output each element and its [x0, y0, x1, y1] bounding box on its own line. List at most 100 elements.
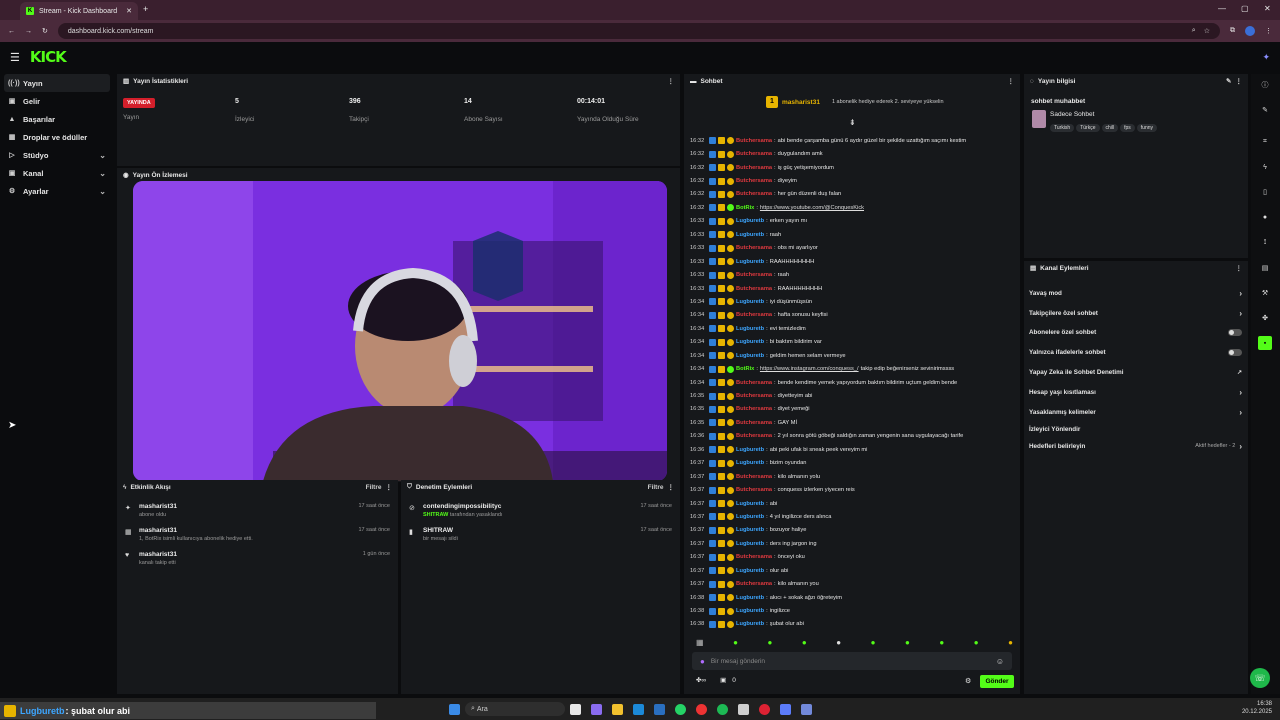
chat-message[interactable]: 16:32 Butchersama: duygulandım amk: [690, 147, 1015, 160]
chat-username[interactable]: Lugburetb: [736, 232, 764, 238]
box-icon[interactable]: ▤: [1258, 261, 1272, 275]
edge-icon[interactable]: [633, 703, 644, 715]
chat-message[interactable]: 16:36 Lugburetb: abi peki ufak bi sneak pe…: [690, 443, 1015, 456]
emote-9-icon[interactable]: ●: [1008, 638, 1013, 648]
sidebar-item-6[interactable]: ⚙ Ayarlar ⌄: [0, 182, 114, 200]
back-icon[interactable]: ←: [8, 28, 15, 35]
sidebar-item-2[interactable]: ▲ Başarılar: [0, 110, 114, 128]
sidebar-item-0[interactable]: ((·)) Yayın: [4, 74, 110, 92]
stream-preview-video[interactable]: [133, 181, 667, 481]
chat-username[interactable]: Lugburetb: [736, 541, 764, 547]
channel-option[interactable]: Yavaş mod ›: [1029, 286, 1242, 300]
channel-option[interactable]: İzleyici Yönlendir: [1029, 422, 1242, 436]
taskbar-clock[interactable]: 16:38 20.12.2025: [1242, 700, 1272, 716]
chat-username[interactable]: Lugburetb: [736, 568, 764, 574]
gift-icon[interactable]: ▣: [720, 676, 726, 684]
taskview-icon[interactable]: [570, 703, 581, 715]
chat-username[interactable]: Butchersama: [736, 393, 772, 399]
spotify-icon[interactable]: [717, 703, 728, 715]
chat-message[interactable]: 16:34 Lugburetb: bi baktım bildirim var: [690, 336, 1015, 349]
channel-option[interactable]: Yasaklanmış kelimeler ›: [1029, 405, 1242, 419]
chevron-right-icon[interactable]: ›: [1239, 309, 1242, 318]
chat-username[interactable]: Lugburetb: [736, 259, 764, 265]
chat-input[interactable]: ● Bir mesaj gönderin ☺: [692, 652, 1012, 670]
document-icon[interactable]: ▯: [1258, 185, 1272, 199]
chat-message[interactable]: 16:34 Lugburetb: geldim hemen selam vermey…: [690, 349, 1015, 362]
toggle-switch[interactable]: [1228, 328, 1242, 336]
chevron-down-icon[interactable]: ⌄: [99, 151, 106, 160]
chat-message[interactable]: 16:37 Lugburetb: abi: [690, 497, 1015, 510]
wrench-icon[interactable]: ⚒: [1258, 286, 1272, 300]
bookmark-star-icon[interactable]: ☆: [1204, 27, 1210, 35]
chat-username[interactable]: Butchersama: [736, 286, 772, 292]
channel-option[interactable]: Hesap yaşı kısıtlaması ›: [1029, 385, 1242, 399]
chat-username[interactable]: Butchersama: [736, 433, 772, 439]
chat-message[interactable]: 16:33 Lugburetb: raah: [690, 228, 1015, 241]
edit-icon[interactable]: ✎: [1226, 77, 1231, 85]
moderation-item[interactable]: ▮ SHITRAW bir mesajı sildi 17 saat önce: [401, 527, 680, 549]
chat-username[interactable]: Lugburetb: [736, 353, 764, 359]
mic-icon[interactable]: ●: [700, 657, 705, 666]
lightning-icon[interactable]: ϟ: [1258, 160, 1272, 174]
stream-tag[interactable]: Turkish: [1050, 124, 1075, 132]
chat-username[interactable]: Lugburetb: [736, 501, 764, 507]
chat-message[interactable]: 16:37 Lugburetb: olur abi: [690, 564, 1015, 577]
whatsapp-icon[interactable]: [675, 703, 686, 715]
chat-message[interactable]: 16:36 Butchersama:2 yıl sonra götü göbeği…: [690, 430, 1015, 443]
chat-message[interactable]: 16:37 Lugburetb: bozuyor haliye: [690, 524, 1015, 537]
crop-icon[interactable]: ⌗: [1258, 135, 1272, 149]
moderation-user[interactable]: contendingimpossibilityc: [423, 503, 503, 510]
chat-username[interactable]: Lugburetb: [736, 299, 764, 305]
channel-option[interactable]: Yalnızca ifadelerle sohbet: [1029, 345, 1242, 359]
send-button[interactable]: Gönder: [980, 675, 1014, 688]
hamburger-menu-icon[interactable]: ☰: [10, 51, 20, 64]
stats-menu-icon[interactable]: ⋮: [668, 77, 675, 85]
pencil-icon[interactable]: ✎: [1258, 103, 1272, 117]
emote-5-icon[interactable]: ●: [871, 638, 876, 648]
close-tab-icon[interactable]: ✕: [126, 7, 132, 15]
window-close-icon[interactable]: ✕: [1264, 4, 1271, 13]
emote-7-icon[interactable]: ●: [939, 638, 944, 648]
chat-message[interactable]: 16:38 Lugburetb: akıcı + sokak ağzı öğrete…: [690, 591, 1015, 604]
start-icon[interactable]: [449, 703, 460, 715]
browser-tab[interactable]: K Stream - Kick Dashboard ✕: [20, 2, 138, 20]
sidebar-item-5[interactable]: ▣ Kanal ⌄: [0, 164, 114, 182]
chat-username[interactable]: Butchersama: [736, 554, 772, 560]
channel-option[interactable]: Abonelere özel sohbet: [1029, 325, 1242, 339]
kick-logo[interactable]: KICK: [30, 48, 67, 66]
stream-tag[interactable]: fps: [1120, 124, 1135, 132]
chat-link[interactable]: https://www.youtube.com/@ConquesKick: [760, 205, 864, 211]
reload-icon[interactable]: ↻: [42, 27, 48, 35]
emote-3-icon[interactable]: ●: [802, 638, 807, 648]
chat-username[interactable]: Lugburetb: [736, 608, 764, 614]
emote-6-icon[interactable]: ●: [905, 638, 910, 648]
chat-username[interactable]: Lugburetb: [736, 595, 764, 601]
channel-actions-menu-icon[interactable]: ⋮: [1236, 264, 1243, 272]
chat-message[interactable]: 16:33 Lugburetb: erken yayın mı: [690, 215, 1015, 228]
chat-username[interactable]: BotRix: [736, 205, 754, 211]
chevron-right-icon[interactable]: ›: [1239, 442, 1242, 451]
chrome-icon[interactable]: [696, 703, 707, 715]
broadcast-rail-icon[interactable]: ⟟: [1258, 236, 1272, 250]
moderation-menu-icon[interactable]: ⋮: [668, 483, 675, 491]
activity-user[interactable]: masharist31: [139, 527, 253, 534]
channel-option[interactable]: Hedefleri belirleyin Aktif hedefler - 2 ›: [1029, 439, 1242, 453]
chat-message[interactable]: 16:32 Butchersama: diyeyim: [690, 174, 1015, 187]
chat-username[interactable]: Lugburetb: [736, 514, 764, 520]
chat-username[interactable]: BotRix: [736, 366, 754, 372]
url-input[interactable]: dashboard.kick.com/stream ⌕ ☆: [57, 23, 1220, 39]
chat-username[interactable]: Lugburetb: [736, 339, 764, 345]
stream-tag[interactable]: Türkçe: [1076, 124, 1100, 132]
activity-item[interactable]: ✦ masharist31 abone oldu 17 saat önce: [117, 503, 398, 525]
chat-username[interactable]: Butchersama: [736, 420, 772, 426]
sidebar-item-1[interactable]: ▣ Gelir: [0, 92, 114, 110]
chat-username[interactable]: Lugburetb: [736, 460, 764, 466]
chat-message-list[interactable]: 16:32 Butchersama: abi bende çarşamba günü…: [690, 134, 1015, 631]
chat-rail-icon[interactable]: ●: [1258, 210, 1272, 224]
app-generic-icon[interactable]: [738, 703, 749, 715]
zoom-icon[interactable]: ⌕: [1192, 27, 1196, 35]
chat-message[interactable]: 16:32 BotRix: https://www.youtube.com/@Con…: [690, 201, 1015, 214]
activity-user[interactable]: masharist31: [139, 551, 177, 558]
chat-message[interactable]: 16:33 Butchersama: RAAHHHHHHHH: [690, 282, 1015, 295]
scroll-down-icon[interactable]: ⇟: [849, 118, 856, 127]
